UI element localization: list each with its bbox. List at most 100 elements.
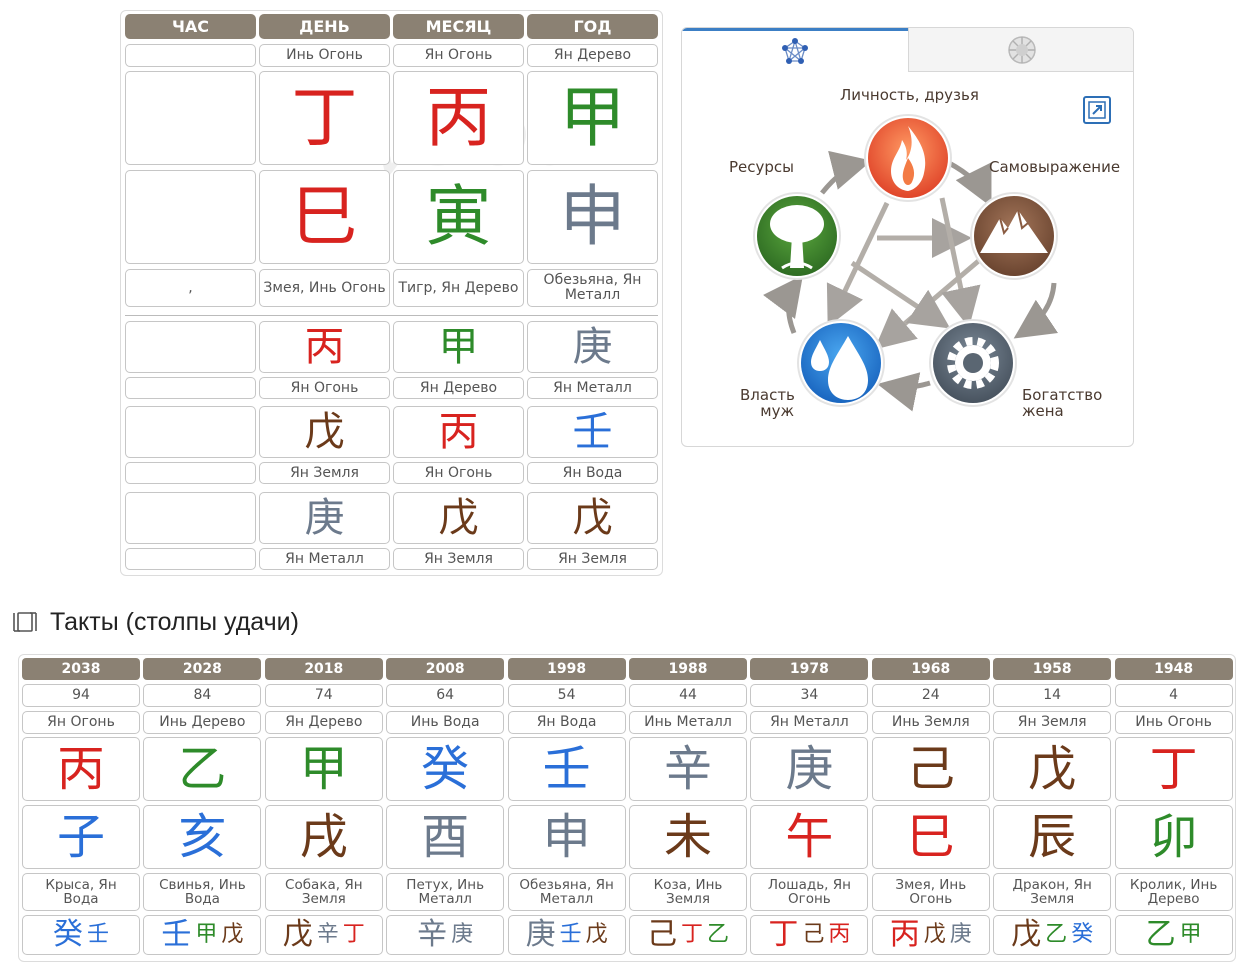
luck-branch-label: Обезьяна, Ян Металл bbox=[507, 873, 626, 911]
luck-stem[interactable]: 甲 bbox=[264, 737, 383, 801]
hidden-stem[interactable]: 辛 bbox=[317, 924, 339, 946]
hidden-stem-label: Ян Огонь bbox=[393, 462, 524, 484]
earthly-branch[interactable]: 申 bbox=[527, 170, 658, 264]
luck-pillars-table: 2038 94 Ян Огонь 丙子 Крыса, Ян Вода 癸壬 2028 84 Ин… bbox=[18, 654, 1236, 962]
luck-branch[interactable]: 未 bbox=[629, 805, 747, 869]
luck-stem[interactable]: 丙 bbox=[22, 737, 140, 801]
luck-hidden-stems: 丁己丙 bbox=[750, 915, 869, 955]
branch-label: Змея, Инь Огонь bbox=[259, 269, 390, 307]
hidden-stem[interactable]: 丙 bbox=[393, 406, 524, 458]
hidden-stem[interactable]: 戊 bbox=[221, 924, 243, 946]
hidden-stem[interactable]: 丁 bbox=[768, 920, 798, 950]
luck-branch[interactable]: 申 bbox=[507, 805, 626, 869]
luck-hidden-stems: 庚壬戊 bbox=[507, 915, 626, 955]
label-wealth-line2: жена bbox=[1022, 401, 1064, 420]
hidden-stem[interactable]: 壬 bbox=[560, 924, 582, 946]
hidden-stem[interactable]: 戊 bbox=[924, 924, 946, 946]
hidden-stem[interactable]: 庚 bbox=[526, 920, 556, 950]
hidden-stem[interactable]: 壬 bbox=[87, 924, 109, 946]
luck-branch[interactable]: 戌 bbox=[264, 805, 383, 869]
heavenly-stem[interactable]: 甲 bbox=[527, 71, 658, 165]
luck-stem[interactable]: 戊 bbox=[993, 737, 1112, 801]
heavenly-stem[interactable]: 丙 bbox=[393, 71, 524, 165]
luck-stem[interactable]: 己 bbox=[871, 737, 990, 801]
hidden-stem[interactable]: 辛 bbox=[417, 920, 447, 950]
luck-branch[interactable]: 酉 bbox=[386, 805, 505, 869]
hidden-stem[interactable]: 戊 bbox=[1011, 920, 1041, 950]
luck-stem-label: Инь Огонь bbox=[1114, 711, 1233, 734]
gear-icon bbox=[929, 319, 1017, 407]
luck-stem[interactable]: 辛 bbox=[629, 737, 747, 801]
luck-stem[interactable]: 癸 bbox=[386, 737, 505, 801]
hidden-stem[interactable]: 乙 bbox=[707, 924, 729, 946]
luck-year-header: 2018 bbox=[264, 658, 383, 680]
luck-branch[interactable]: 亥 bbox=[143, 805, 262, 869]
luck-stem-label: Ян Дерево bbox=[264, 711, 383, 734]
label-resources: Ресурсы bbox=[729, 158, 795, 176]
hidden-stem[interactable]: 庚 bbox=[527, 321, 658, 373]
hidden-stem[interactable]: 戊 bbox=[586, 924, 608, 946]
luck-branch[interactable]: 辰 bbox=[993, 805, 1112, 869]
hidden-stem[interactable]: 丙 bbox=[890, 920, 920, 950]
hidden-stem[interactable]: 乙 bbox=[1045, 924, 1067, 946]
hidden-stem[interactable]: 癸 bbox=[1071, 924, 1093, 946]
luck-hidden-stems: 乙甲 bbox=[1114, 915, 1233, 955]
hidden-stem[interactable]: 壬 bbox=[161, 920, 191, 950]
hidden-stem[interactable]: 丙 bbox=[259, 321, 390, 373]
luck-branch[interactable]: 子 bbox=[22, 805, 140, 869]
earthly-branch[interactable] bbox=[125, 170, 256, 264]
heavenly-stem[interactable]: 丁 bbox=[259, 71, 390, 165]
hidden-stem[interactable]: 癸 bbox=[53, 920, 83, 950]
luck-branch[interactable]: 巳 bbox=[871, 805, 990, 869]
hidden-stem[interactable]: 戊 bbox=[259, 406, 390, 458]
luck-branch[interactable]: 卯 bbox=[1114, 805, 1233, 869]
hidden-stem[interactable]: 甲 bbox=[1180, 924, 1202, 946]
luck-age: 44 bbox=[629, 684, 747, 707]
hidden-stem[interactable] bbox=[125, 321, 256, 373]
stem-label: Инь Огонь bbox=[259, 44, 390, 67]
luck-stem[interactable]: 壬 bbox=[507, 737, 626, 801]
hidden-stem[interactable] bbox=[125, 492, 256, 544]
luck-hidden-stems: 辛庚 bbox=[386, 915, 505, 955]
hidden-stem[interactable]: 己 bbox=[802, 924, 824, 946]
luck-stem[interactable]: 庚 bbox=[750, 737, 869, 801]
hidden-stem[interactable]: 壬 bbox=[527, 406, 658, 458]
hidden-stem[interactable]: 庚 bbox=[259, 492, 390, 544]
hidden-stem[interactable]: 乙 bbox=[1146, 920, 1176, 950]
luck-stem[interactable]: 丁 bbox=[1114, 737, 1233, 801]
earthly-branch[interactable]: 寅 bbox=[393, 170, 524, 264]
stem-label: Ян Огонь bbox=[393, 44, 524, 67]
column-header-0: ЧАС bbox=[125, 14, 256, 39]
hidden-stem[interactable]: 庚 bbox=[950, 924, 972, 946]
pillars-toggle-icon bbox=[13, 612, 37, 632]
branch-label: Тигр, Ян Дерево bbox=[393, 269, 524, 307]
hidden-stem[interactable]: 甲 bbox=[195, 924, 217, 946]
label-expression: Самовыражение bbox=[989, 158, 1121, 176]
hidden-stem-label: Ян Вода bbox=[527, 462, 658, 484]
hidden-stem[interactable]: 丁 bbox=[343, 924, 365, 946]
luck-pillars-heading[interactable]: Такты (столпы удачи) bbox=[12, 605, 299, 639]
five-elements-diagram: Личность, друзья Самовыражение Ресурсы В… bbox=[681, 27, 1134, 447]
hidden-stem[interactable]: 戊 bbox=[527, 492, 658, 544]
label-power: Власть муж bbox=[740, 387, 795, 420]
luck-hidden-stems: 戊辛丁 bbox=[264, 915, 383, 955]
hidden-stem[interactable]: 戊 bbox=[393, 492, 524, 544]
hidden-stem[interactable]: 丁 bbox=[681, 924, 703, 946]
hidden-stem[interactable]: 己 bbox=[647, 920, 677, 950]
luck-age: 94 bbox=[22, 684, 140, 707]
hidden-stem-label: Ян Металл bbox=[527, 377, 658, 399]
hidden-stem[interactable]: 戊 bbox=[283, 920, 313, 950]
luck-age: 74 bbox=[264, 684, 383, 707]
hidden-stem[interactable]: 甲 bbox=[393, 321, 524, 373]
luck-hidden-stems: 癸壬 bbox=[22, 915, 140, 955]
luck-stem[interactable]: 乙 bbox=[143, 737, 262, 801]
hidden-stem-label: Ян Огонь bbox=[259, 377, 390, 399]
label-power-line2: муж bbox=[760, 401, 794, 420]
earthly-branch[interactable]: 巳 bbox=[259, 170, 390, 264]
hidden-stem[interactable] bbox=[125, 406, 256, 458]
hidden-stem[interactable]: 庚 bbox=[451, 924, 473, 946]
luck-branch[interactable]: 午 bbox=[750, 805, 869, 869]
stem-label bbox=[125, 44, 256, 67]
hidden-stem[interactable]: 丙 bbox=[828, 924, 850, 946]
heavenly-stem[interactable] bbox=[125, 71, 256, 165]
